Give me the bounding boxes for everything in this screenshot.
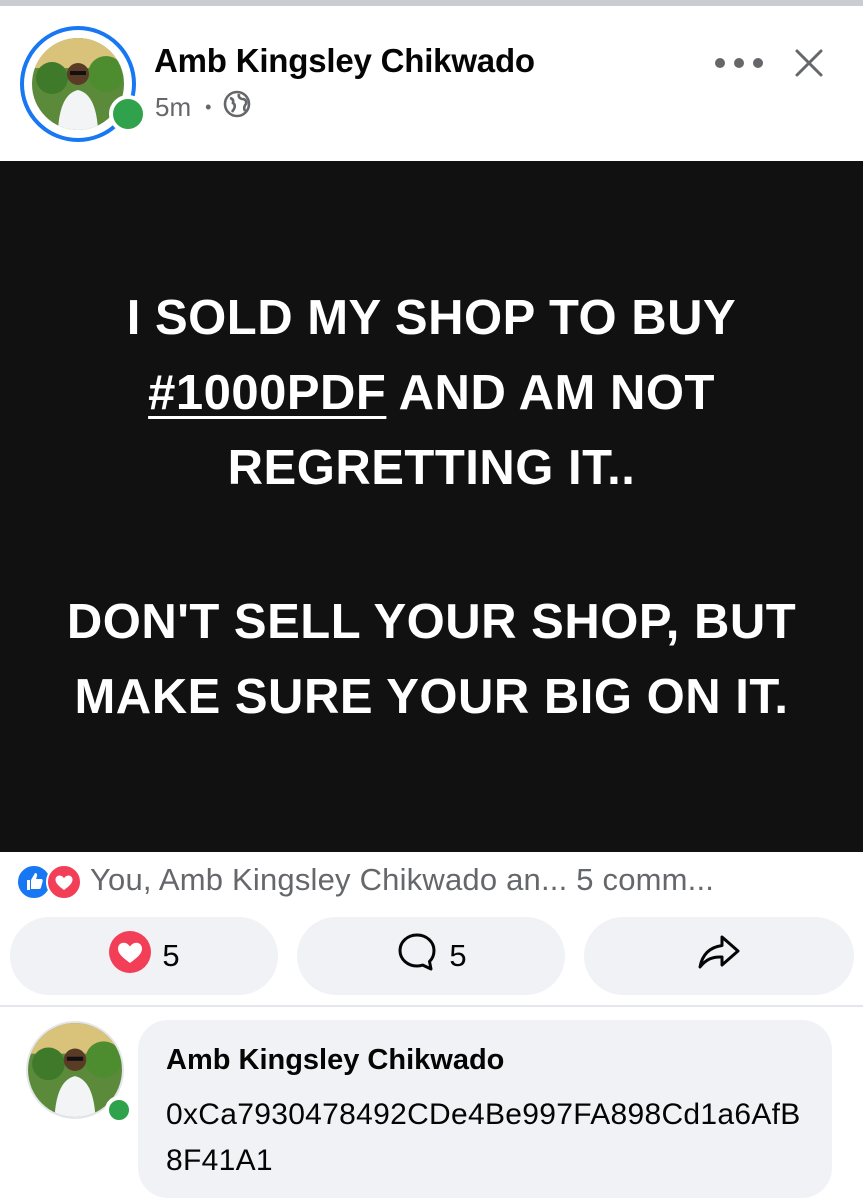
hashtag-link[interactable]: #1000PDF [148,366,386,420]
love-count: 5 [162,938,180,973]
post-time[interactable]: 5m [155,92,191,123]
meta-separator: • [205,97,212,117]
post-line-1: I SOLD MY SHOP TO BUY [126,291,737,345]
top-divider [0,0,863,6]
commenter-online-dot [105,1096,133,1124]
share-icon [696,932,742,980]
online-status-dot [109,95,147,133]
share-button[interactable] [584,917,854,995]
love-icon [46,864,82,900]
comment-count: 5 [449,938,467,973]
close-icon[interactable] [790,44,828,82]
post-text-background[interactable]: I SOLD MY SHOP TO BUY #1000PDF AND AM NO… [0,161,863,852]
love-reaction-button[interactable]: 5 [10,917,278,995]
post-line-4: DON'T SELL YOUR SHOP, BUT [66,595,797,649]
post-text: I SOLD MY SHOP TO BUY #1000PDF AND AM NO… [0,281,863,735]
more-options-icon[interactable] [715,58,763,70]
comment-bubble[interactable]: Amb Kingsley Chikwado 0xCa7930478492CDe4… [138,1020,832,1198]
section-divider [0,1005,863,1007]
globe-icon [223,90,251,125]
comment-icon [395,930,439,982]
post-line-3: REGRETTING IT.. [227,441,636,495]
love-icon [108,930,152,982]
post-line-2-rest: AND AM NOT [386,366,715,420]
comment-text: 0xCa7930478492CDe4Be997FA898Cd1a6AfB8F41… [166,1098,801,1177]
post-line-5: MAKE SURE YOUR BIG ON IT. [74,670,789,724]
comment-button[interactable]: 5 [297,917,565,995]
comment-author-name[interactable]: Amb Kingsley Chikwado [166,1044,504,1077]
post-meta: 5m • [155,90,251,125]
post-author-name[interactable]: Amb Kingsley Chikwado [154,42,535,80]
reactions-summary-text: You, Amb Kingsley Chikwado an... 5 comm.… [90,862,715,897]
post-line-2: #1000PDF AND AM NOT [0,356,863,431]
reactions-summary[interactable]: You, Amb Kingsley Chikwado an... 5 comm.… [16,862,715,900]
